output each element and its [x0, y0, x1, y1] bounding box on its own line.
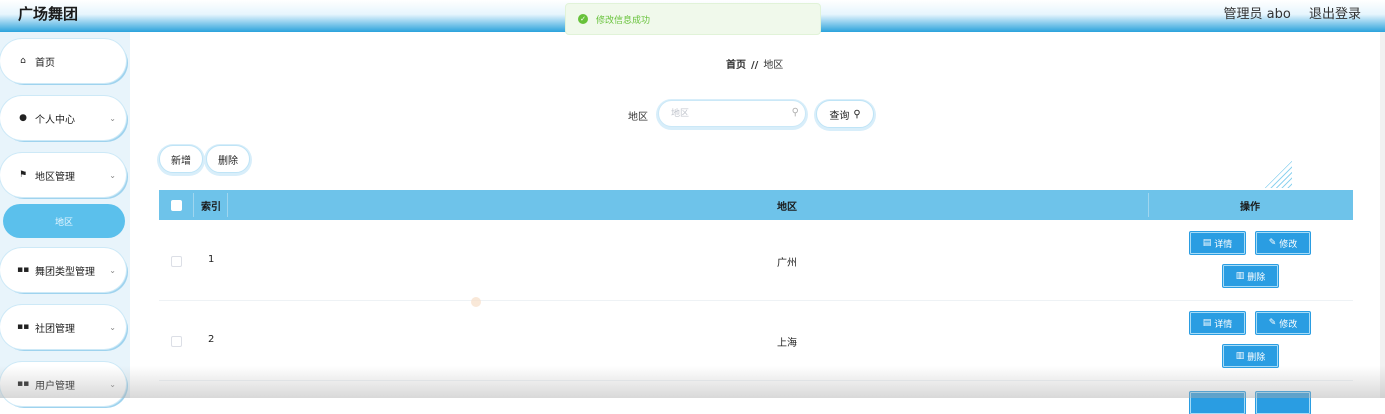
- search-field[interactable]: ⚲: [658, 100, 806, 127]
- column-divider: [227, 193, 228, 217]
- batch-delete-button[interactable]: 删除: [206, 145, 250, 173]
- delete-button[interactable]: ▥ 删除: [1223, 265, 1278, 287]
- chevron-down-icon: ⌄: [109, 113, 116, 123]
- detail-button-label: 详情: [1214, 319, 1233, 330]
- sidebar-subitem-region[interactable]: 地区: [3, 204, 125, 238]
- trash-icon: ▥: [1235, 271, 1245, 281]
- sidebar-item-label: 个人中心: [35, 114, 75, 126]
- edit-button-label: 修改: [1279, 239, 1298, 250]
- breadcrumb: 首页 // 地区: [726, 56, 783, 71]
- detail-button-label: 详情: [1214, 239, 1233, 250]
- flag-icon: ⚑: [18, 170, 28, 180]
- chevron-down-icon: ⌄: [109, 379, 116, 389]
- search-icon: ⚲: [853, 108, 861, 120]
- success-toast: ✓ 修改信息成功: [565, 3, 821, 35]
- breadcrumb-current: 地区: [763, 60, 784, 71]
- home-icon: ⌂: [20, 56, 26, 66]
- grid-icon: ▪▪: [17, 322, 30, 332]
- partial-button[interactable]: [1190, 392, 1245, 414]
- sidebar-item-user-management[interactable]: ▪▪ 用户管理 ⌄: [0, 362, 126, 406]
- search-input[interactable]: [669, 107, 783, 119]
- column-header-actions: 操作: [1240, 201, 1260, 213]
- breadcrumb-separator: //: [751, 60, 759, 71]
- chevron-down-icon: ⌄: [109, 265, 116, 275]
- search-icon: ⚲: [791, 107, 799, 118]
- sidebar-item-label: 用户管理: [35, 380, 75, 392]
- edit-icon: ✎: [1268, 318, 1277, 328]
- sidebar-item-label: 地区管理: [35, 171, 75, 183]
- chevron-down-icon: ⌄: [109, 170, 116, 180]
- row-region: 广州: [777, 258, 797, 269]
- edit-button[interactable]: ✎ 修改: [1256, 232, 1310, 254]
- grid-icon: ▪▪: [17, 265, 30, 275]
- row-checkbox[interactable]: [171, 336, 182, 347]
- column-divider: [193, 193, 194, 217]
- app-title: 广场舞团: [18, 5, 79, 23]
- row-checkbox-cell: [171, 336, 182, 347]
- sidebar-item-region-management[interactable]: ⚑ 地区管理 ⌄: [0, 153, 126, 197]
- sidebar: ⌂ 首页 ● 个人中心 ⌄ ⚑ 地区管理 ⌄ 地区 ▪▪ 舞团类型管理 ⌄ ▪▪…: [0, 32, 130, 406]
- toast-message: 修改信息成功: [596, 15, 651, 26]
- mouse-cursor: [471, 297, 481, 307]
- sidebar-item-label: 首页: [35, 57, 55, 69]
- row-region: 上海: [777, 338, 797, 349]
- select-all-cell: [171, 190, 182, 220]
- trash-icon: ▥: [1235, 351, 1245, 361]
- search-label: 地区: [628, 112, 648, 123]
- add-button-label: 新增: [171, 155, 191, 167]
- sidebar-item-personal-center[interactable]: ● 个人中心 ⌄: [0, 96, 126, 140]
- table-row: 2 上海 ▤ 详情 ✎ 修改 ▥ 删除: [159, 300, 1353, 381]
- table-header: 索引 地区 操作: [159, 190, 1353, 220]
- row-checkbox-cell: [171, 256, 182, 267]
- row-index: 2: [208, 334, 215, 345]
- scrollbar[interactable]: [1380, 32, 1385, 398]
- query-button-label: 查询: [829, 110, 850, 122]
- grid-icon: ▪▪: [17, 379, 30, 389]
- breadcrumb-home[interactable]: 首页: [726, 60, 746, 71]
- user-label[interactable]: 管理员 abo: [1224, 7, 1291, 22]
- sidebar-item-home[interactable]: ⌂ 首页: [0, 39, 126, 83]
- add-button[interactable]: 新增: [159, 145, 203, 173]
- detail-button[interactable]: ▤ 详情: [1190, 312, 1245, 334]
- edit-icon: ✎: [1268, 238, 1277, 248]
- delete-button[interactable]: ▥ 删除: [1223, 345, 1278, 367]
- table-row: 1 广州 ▤ 详情 ✎ 修改 ▥ 删除: [159, 220, 1353, 301]
- delete-button-label: 删除: [1247, 272, 1266, 283]
- column-divider: [1148, 193, 1149, 217]
- chevron-down-icon: ⌄: [109, 322, 116, 332]
- user-icon: ●: [19, 113, 27, 123]
- decorative-stripes: [1262, 158, 1292, 188]
- check-circle-icon: ✓: [578, 14, 588, 24]
- user-area: 管理员 abo 退出登录: [1210, 3, 1361, 22]
- column-header-index[interactable]: 索引: [201, 190, 221, 220]
- row-index: 1: [208, 254, 215, 265]
- logout-link[interactable]: 退出登录: [1309, 7, 1361, 22]
- query-button[interactable]: 查询 ⚲: [816, 100, 874, 128]
- sidebar-item-label: 舞团类型管理: [35, 266, 95, 278]
- select-all-checkbox[interactable]: [171, 199, 182, 211]
- edit-button-label: 修改: [1279, 319, 1298, 330]
- doc-icon: ▤: [1202, 318, 1212, 328]
- edit-button[interactable]: ✎ 修改: [1256, 312, 1310, 334]
- detail-button[interactable]: ▤ 详情: [1190, 232, 1245, 254]
- row-checkbox[interactable]: [171, 256, 182, 267]
- doc-icon: ▤: [1202, 238, 1212, 248]
- sidebar-item-dance-type-management[interactable]: ▪▪ 舞团类型管理 ⌄: [0, 248, 126, 292]
- column-header-region[interactable]: 地区: [677, 190, 897, 220]
- sidebar-item-label: 社团管理: [35, 323, 75, 335]
- partial-button[interactable]: [1256, 392, 1310, 414]
- batch-delete-label: 删除: [218, 155, 238, 167]
- delete-button-label: 删除: [1247, 352, 1266, 363]
- sidebar-item-club-management[interactable]: ▪▪ 社团管理 ⌄: [0, 305, 126, 349]
